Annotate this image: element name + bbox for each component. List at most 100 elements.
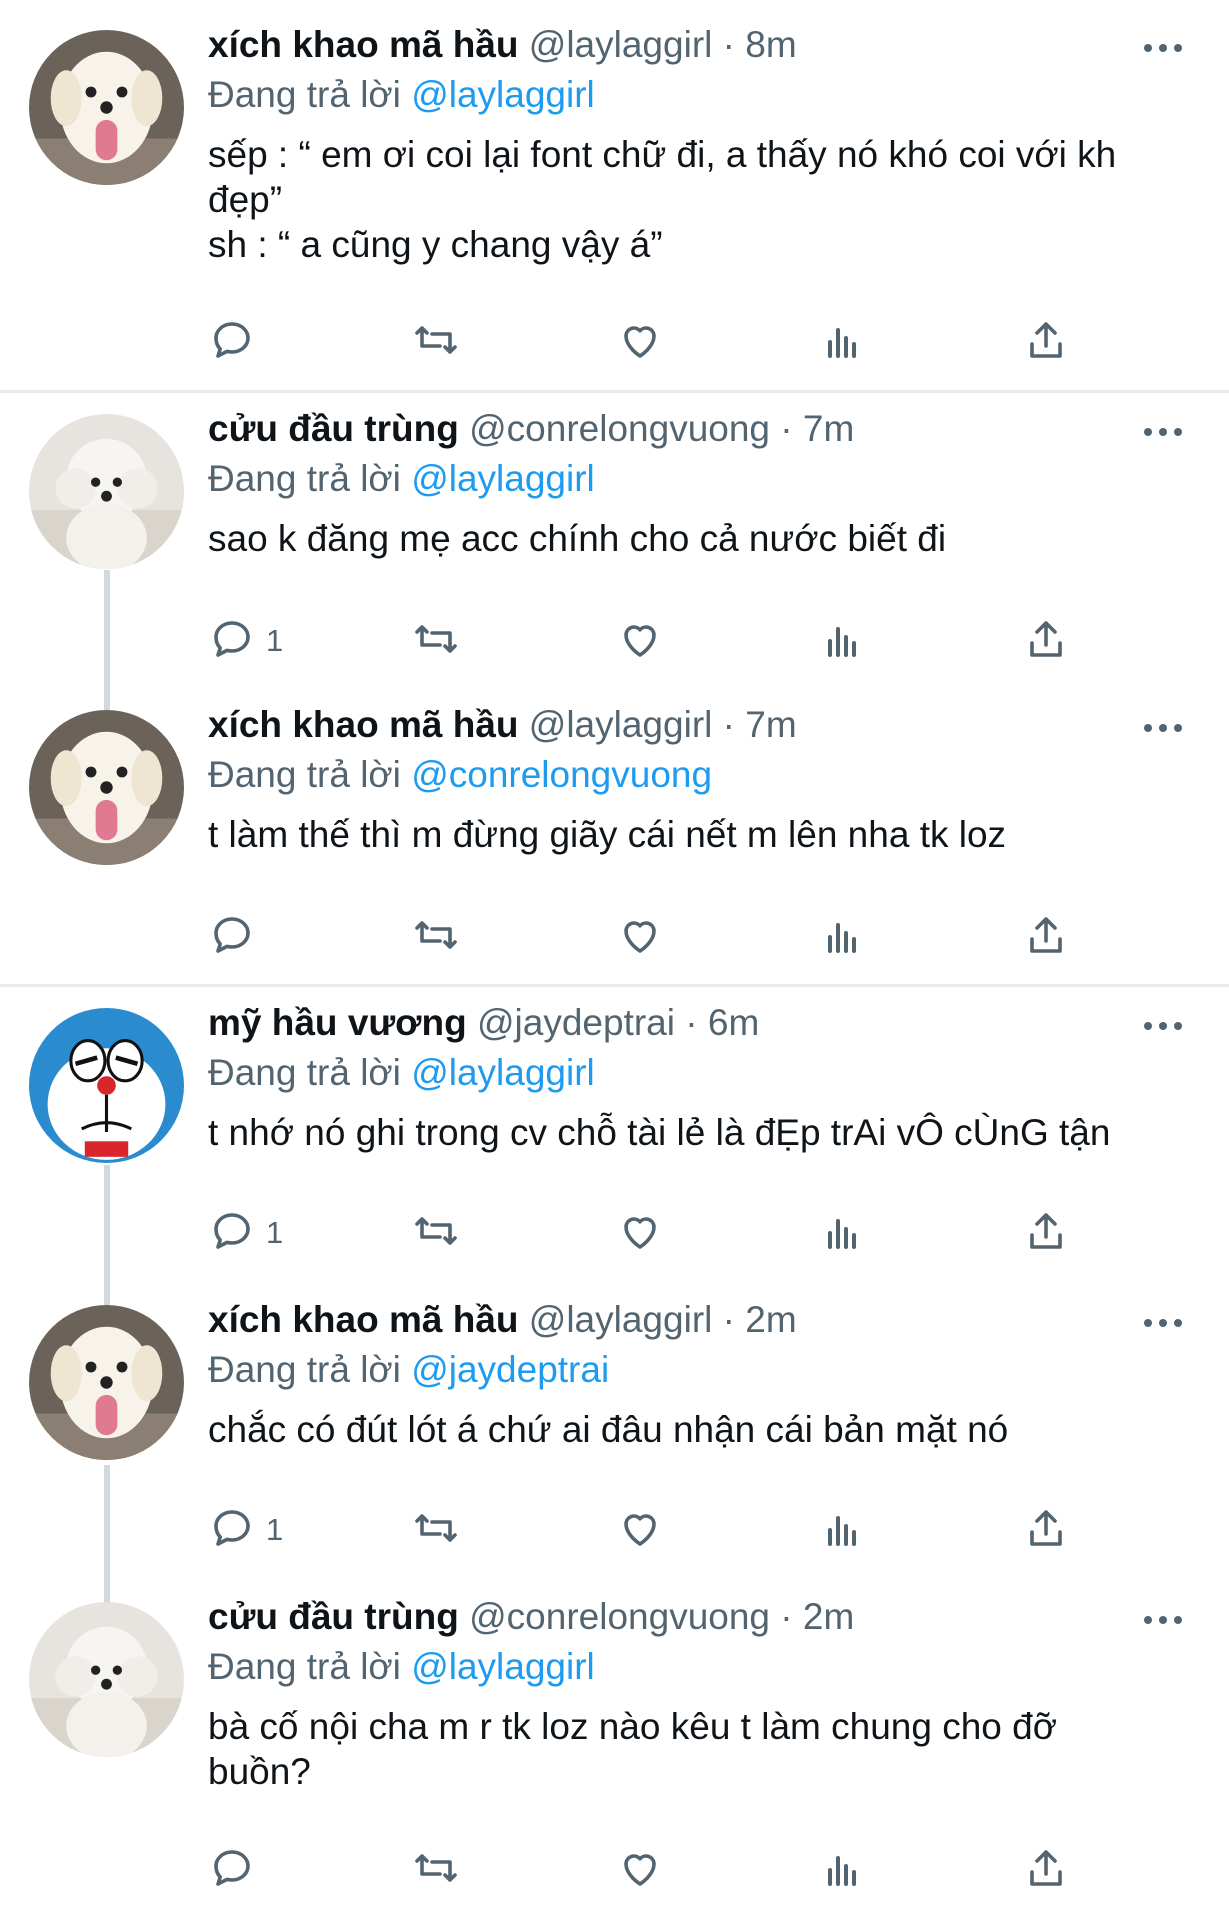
mention-link[interactable]: @jaydeptrai [411, 1349, 609, 1390]
separator-dot: · [722, 1299, 735, 1340]
views-button[interactable] [820, 611, 868, 671]
reply-button[interactable] [208, 1840, 256, 1900]
avatar[interactable] [29, 1305, 184, 1460]
retweet-button[interactable] [412, 1500, 460, 1560]
reply-button[interactable]: 1 [208, 1500, 283, 1560]
retweet-button[interactable] [412, 1840, 460, 1900]
reply-button[interactable] [208, 907, 256, 967]
display-name[interactable]: cửu đầu trùng [208, 1596, 459, 1637]
tweet-actions: 1 [208, 1500, 1088, 1560]
bar-chart-icon [820, 1207, 868, 1260]
mention-link[interactable]: @laylaggirl [411, 1646, 595, 1687]
share-button[interactable] [1022, 611, 1070, 671]
like-button[interactable] [616, 611, 664, 671]
retweet-icon [412, 911, 460, 964]
timestamp[interactable]: 7m [803, 408, 854, 449]
timestamp[interactable]: 6m [708, 1002, 759, 1043]
heart-icon [616, 1844, 664, 1897]
bar-chart-icon [820, 1844, 868, 1897]
mention-link[interactable]: @laylaggirl [411, 1052, 595, 1093]
bar-chart-icon [820, 1504, 868, 1557]
tweet-text-line: sh : “ a cũng y chang vậy á” [208, 224, 663, 265]
user-handle[interactable]: @laylaggirl [529, 1299, 713, 1340]
views-button[interactable] [820, 1840, 868, 1900]
tweet-text: t nhớ nó ghi trong cv chỗ tài lẻ là đẸp … [208, 1110, 1189, 1155]
more-icon[interactable] [1141, 1610, 1185, 1630]
display-name[interactable]: xích khao mã hầu [208, 24, 519, 65]
reply-count: 1 [266, 1512, 284, 1547]
display-name[interactable]: mỹ hầu vương [208, 1002, 467, 1043]
mention-link[interactable]: @laylaggirl [411, 458, 595, 499]
share-icon [1022, 615, 1070, 668]
thread-line [104, 570, 110, 710]
replying-to: Đang trả lời @laylaggirl [208, 1048, 1189, 1098]
timestamp[interactable]: 7m [745, 704, 796, 745]
more-icon[interactable] [1141, 1313, 1185, 1333]
mention-link[interactable]: @laylaggirl [411, 74, 595, 115]
retweet-button[interactable] [412, 907, 460, 967]
retweet-button[interactable] [412, 312, 460, 372]
like-button[interactable] [616, 1500, 664, 1560]
tweet-text: sếp : “ em ơi coi lại font chữ đi, a thấ… [208, 132, 1189, 267]
tweet-text-line: bà cố nội cha m r tk loz nào kêu t làm c… [208, 1706, 1057, 1747]
share-button[interactable] [1022, 1500, 1070, 1560]
tweet-header: cửu đầu trùng @conrelongvuong · 7m [208, 404, 1189, 454]
share-button[interactable] [1022, 907, 1070, 967]
share-icon [1022, 1504, 1070, 1557]
avatar[interactable] [29, 1602, 184, 1757]
user-handle[interactable]: @laylaggirl [529, 704, 713, 745]
tweet-header: mỹ hầu vương @jaydeptrai · 6m [208, 998, 1189, 1048]
views-button[interactable] [820, 907, 868, 967]
reply-icon [208, 1844, 256, 1897]
retweet-icon [412, 1504, 460, 1557]
display-name[interactable]: xích khao mã hầu [208, 1299, 519, 1340]
like-button[interactable] [616, 1203, 664, 1263]
reply-button[interactable]: 1 [208, 611, 283, 671]
user-handle[interactable]: @jaydeptrai [477, 1002, 675, 1043]
avatar[interactable] [29, 1008, 184, 1163]
avatar[interactable] [29, 414, 184, 569]
avatar[interactable] [29, 710, 184, 865]
timestamp[interactable]: 8m [745, 24, 796, 65]
reply-icon [208, 1504, 256, 1557]
tweet-text-line: sao k đăng mẹ acc chính cho cả nước biết… [208, 518, 947, 559]
tweet-header: xích khao mã hầu @laylaggirl · 8m [208, 20, 1189, 70]
like-button[interactable] [616, 1840, 664, 1900]
timestamp[interactable]: 2m [745, 1299, 796, 1340]
thread-line [104, 1165, 110, 1305]
divider [0, 984, 1229, 987]
tweet-text-line: chắc có đút lót á chứ ai đâu nhận cái bả… [208, 1409, 1009, 1450]
retweet-button[interactable] [412, 611, 460, 671]
like-button[interactable] [616, 907, 664, 967]
reply-count: 1 [266, 623, 284, 658]
user-handle[interactable]: @conrelongvuong [469, 1596, 770, 1637]
share-button[interactable] [1022, 312, 1070, 372]
user-handle[interactable]: @laylaggirl [529, 24, 713, 65]
avatar[interactable] [29, 30, 184, 185]
replying-label: Đang trả lời [208, 1052, 401, 1093]
separator-dot: · [780, 408, 793, 449]
views-button[interactable] [820, 1203, 868, 1263]
views-button[interactable] [820, 1500, 868, 1560]
display-name[interactable]: xích khao mã hầu [208, 704, 519, 745]
replying-to: Đang trả lời @conrelongvuong [208, 750, 1189, 800]
share-icon [1022, 911, 1070, 964]
more-icon[interactable] [1141, 38, 1185, 58]
tweet-header: cửu đầu trùng @conrelongvuong · 2m [208, 1592, 1189, 1642]
reply-button[interactable] [208, 312, 256, 372]
display-name[interactable]: cửu đầu trùng [208, 408, 459, 449]
share-button[interactable] [1022, 1203, 1070, 1263]
user-handle[interactable]: @conrelongvuong [469, 408, 770, 449]
timestamp[interactable]: 2m [803, 1596, 854, 1637]
views-button[interactable] [820, 312, 868, 372]
reply-button[interactable]: 1 [208, 1203, 283, 1263]
share-button[interactable] [1022, 1840, 1070, 1900]
more-icon[interactable] [1141, 1016, 1185, 1036]
retweet-button[interactable] [412, 1203, 460, 1263]
more-icon[interactable] [1141, 422, 1185, 442]
more-icon[interactable] [1141, 718, 1185, 738]
like-button[interactable] [616, 312, 664, 372]
mention-link[interactable]: @conrelongvuong [411, 754, 712, 795]
tweet-actions: 1 [208, 1203, 1088, 1263]
replying-label: Đang trả lời [208, 74, 401, 115]
